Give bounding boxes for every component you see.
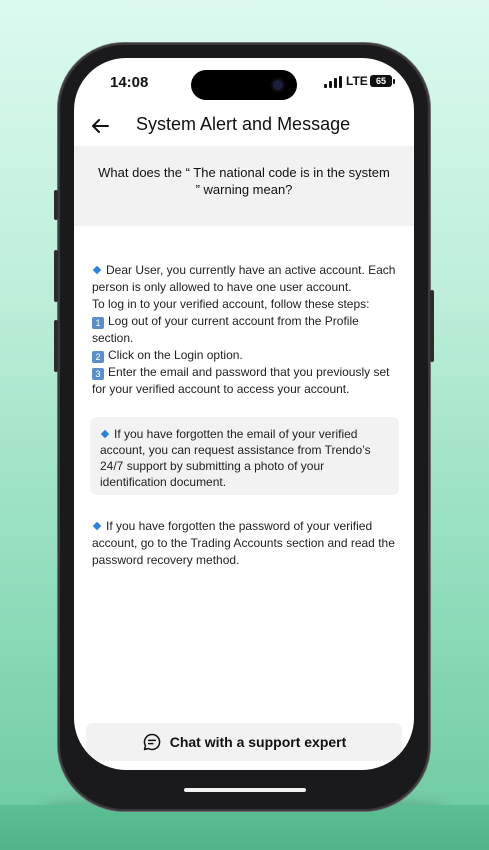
blue-diamond-icon xyxy=(100,430,110,439)
password-line: password recovery method. xyxy=(92,553,240,567)
step-text: section. xyxy=(92,331,134,345)
dynamic-island xyxy=(191,70,297,100)
mute-switch xyxy=(54,190,58,220)
note-line: 24/7 support by submitting a photo of yo… xyxy=(100,459,325,473)
volume-up-button xyxy=(54,250,58,302)
chat-support-button[interactable]: Chat with a support expert xyxy=(86,723,402,761)
intro-line: person is only allowed to have one user … xyxy=(92,280,352,294)
battery-icon: 65 xyxy=(370,75,392,87)
step-text: Log out of your current account from the… xyxy=(108,314,359,328)
password-line: account, go to the Trading Accounts sect… xyxy=(92,536,395,550)
note-text: If you have forgotten the email of your … xyxy=(100,426,390,490)
note-line: identification document. xyxy=(100,475,227,489)
question-line: ” warning mean? xyxy=(195,182,293,197)
intro-paragraph: Dear User, you currently have an active … xyxy=(92,262,396,398)
app-screen: 14:08 LTE 65 System Alert and Message Wh… xyxy=(74,58,414,770)
network-label: LTE xyxy=(346,74,368,88)
blue-diamond-icon xyxy=(92,266,102,275)
arrow-left-icon[interactable] xyxy=(88,114,112,138)
signal-icon xyxy=(324,76,342,88)
chat-button-label: Chat with a support expert xyxy=(169,734,347,750)
background-floor xyxy=(0,805,489,850)
keycap-three-icon: 3 xyxy=(92,368,104,380)
answer-content: Dear User, you currently have an active … xyxy=(92,262,396,398)
page-title: System Alert and Message xyxy=(136,114,351,134)
question-text: What does the “ The national code is in … xyxy=(92,164,396,198)
power-button xyxy=(430,290,434,362)
step-text: for your verified account to access your… xyxy=(92,382,350,396)
chat-bubble-icon xyxy=(143,733,160,751)
email-help-note: If you have forgotten the email of your … xyxy=(90,417,399,495)
password-line: If you have forgotten the password of yo… xyxy=(106,519,373,533)
step-text: Enter the email and password that you pr… xyxy=(108,365,390,379)
note-line: If you have forgotten the email of your … xyxy=(114,427,358,441)
battery-tip xyxy=(393,79,395,84)
intro-line: Dear User, you currently have an active … xyxy=(106,263,396,277)
question-block: What does the “ The national code is in … xyxy=(74,146,414,226)
question-line: What does the “ The national code is in … xyxy=(98,165,390,180)
keycap-one-icon: 1 xyxy=(92,317,104,329)
status-time: 14:08 xyxy=(110,74,149,91)
password-help-paragraph: If you have forgotten the password of yo… xyxy=(92,518,396,569)
intro-line: To log in to your verified account, foll… xyxy=(92,297,370,311)
camera-icon xyxy=(273,80,283,90)
note-line: account, you can request assistance from… xyxy=(100,443,371,457)
step-text: Click on the Login option. xyxy=(108,348,243,362)
keycap-two-icon: 2 xyxy=(92,351,104,363)
volume-down-button xyxy=(54,320,58,372)
home-indicator[interactable] xyxy=(184,788,306,792)
blue-diamond-icon xyxy=(92,522,102,531)
